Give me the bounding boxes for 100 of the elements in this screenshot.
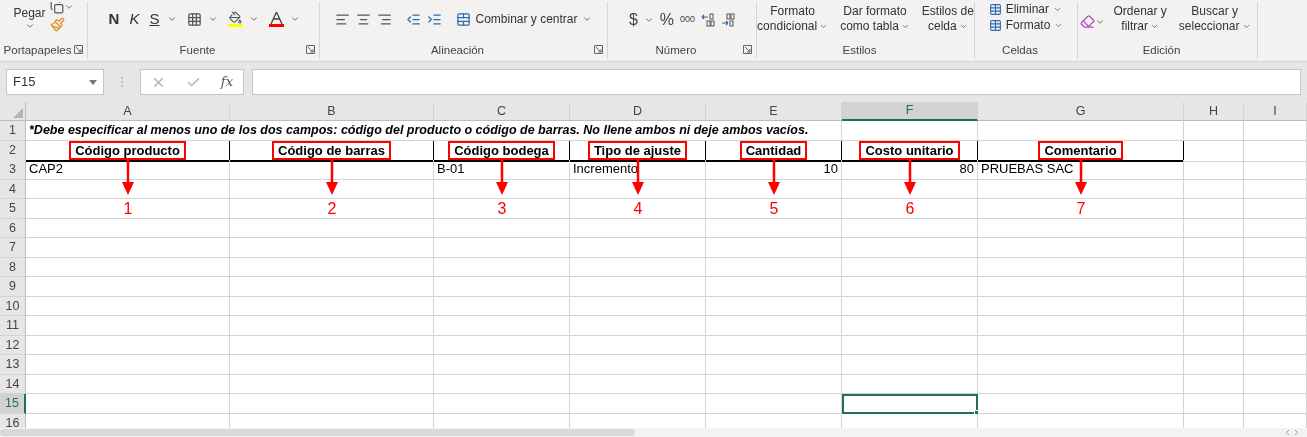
sheet-cell[interactable]: 10	[706, 160, 842, 180]
sheet-cell[interactable]	[1244, 238, 1307, 258]
sheet-cell[interactable]	[1244, 277, 1307, 297]
sheet-cell[interactable]	[978, 277, 1184, 297]
currency-button[interactable]: $	[628, 8, 638, 32]
sheet-cell[interactable]	[1184, 277, 1244, 297]
row-header[interactable]: 7	[0, 238, 26, 258]
sheet-cell[interactable]	[842, 277, 978, 297]
dialog-launcher-icon[interactable]	[743, 45, 752, 54]
sheet-cell[interactable]	[978, 238, 1184, 258]
sheet-cell[interactable]	[26, 199, 230, 219]
eraser-icon[interactable]	[1080, 14, 1096, 29]
sheet-cell[interactable]	[26, 394, 230, 414]
ribbon-button[interactable]: Buscar y seleccionar	[1174, 4, 1255, 34]
sheet-cell[interactable]	[570, 374, 706, 395]
sheet-cell[interactable]	[230, 355, 434, 375]
sheet-cell[interactable]	[842, 355, 978, 375]
sheet-cell[interactable]	[570, 257, 706, 278]
copy-icon[interactable]	[49, 2, 64, 14]
sheet-cell[interactable]	[1184, 394, 1244, 414]
sheet-cell[interactable]	[570, 218, 706, 239]
sheet-cell[interactable]	[978, 335, 1184, 356]
sheet-cell[interactable]	[26, 296, 230, 317]
sheet-cell[interactable]	[1244, 121, 1307, 141]
percent-button[interactable]: %	[659, 8, 675, 32]
column-header[interactable]: H	[1184, 102, 1244, 121]
row-header[interactable]: 1	[0, 121, 26, 141]
sheet-cell[interactable]	[434, 335, 570, 356]
column-header[interactable]: D	[570, 102, 706, 121]
sheet-cell[interactable]	[706, 277, 842, 297]
sheet-cell[interactable]	[706, 218, 842, 239]
row-header[interactable]: 6	[0, 218, 26, 239]
ribbon-button[interactable]: Dar formato como tabla	[836, 4, 914, 34]
sheet-cell[interactable]	[434, 277, 570, 297]
align-center-icon[interactable]	[356, 11, 372, 27]
sheet-cell[interactable]	[26, 335, 230, 356]
insert-function-button[interactable]: fx	[220, 72, 233, 92]
name-box[interactable]: F15	[6, 69, 104, 95]
sheet-cell[interactable]	[1244, 316, 1307, 336]
sheet-cell[interactable]	[1244, 160, 1307, 180]
sheet-cell[interactable]	[842, 121, 978, 141]
column-header[interactable]: F	[842, 102, 978, 121]
column-header[interactable]: C	[434, 102, 570, 121]
sheet-cell[interactable]	[434, 257, 570, 278]
sheet-cell[interactable]: PRUEBAS SAC	[978, 160, 1184, 180]
sheet-cell[interactable]	[570, 316, 706, 336]
sheet-cell[interactable]	[1244, 140, 1307, 162]
sheet-cell[interactable]	[842, 238, 978, 258]
formula-input[interactable]	[252, 69, 1301, 95]
sheet-cell[interactable]	[1184, 335, 1244, 356]
sheet-cell[interactable]	[842, 199, 978, 219]
sheet-cell[interactable]	[706, 355, 842, 375]
decrease-indent-icon[interactable]	[406, 11, 422, 27]
sheet-cell[interactable]	[570, 335, 706, 356]
sheet-cell[interactable]	[1184, 296, 1244, 317]
sheet-cell[interactable]	[842, 374, 978, 395]
sheet-cell[interactable]	[570, 199, 706, 219]
sheet-cell[interactable]	[1184, 199, 1244, 219]
merge-cells-icon[interactable]	[456, 11, 472, 27]
row-header[interactable]: 5	[0, 199, 26, 219]
sheet-cell[interactable]	[1244, 296, 1307, 317]
sheet-cell[interactable]	[978, 394, 1184, 414]
sheet-cell[interactable]	[706, 238, 842, 258]
column-header[interactable]: A	[26, 102, 230, 121]
row-header[interactable]: 9	[0, 277, 26, 297]
sheet-cell[interactable]	[570, 277, 706, 297]
sheet-cell[interactable]	[230, 335, 434, 356]
caret-icon[interactable]	[958, 22, 968, 31]
sheet-cell[interactable]	[570, 394, 706, 414]
sheet-cell[interactable]	[842, 316, 978, 336]
row-header[interactable]: 14	[0, 374, 26, 395]
font-color-icon[interactable]	[269, 11, 285, 27]
caret-icon[interactable]	[1150, 22, 1159, 31]
sheet-cell[interactable]	[1244, 355, 1307, 375]
caret-icon[interactable]	[819, 22, 829, 31]
dialog-launcher-icon[interactable]	[74, 45, 83, 54]
sheet-cell[interactable]	[1244, 218, 1307, 239]
sheet-cell[interactable]: B-01	[434, 160, 570, 180]
fill-color-icon[interactable]	[228, 11, 244, 28]
scroll-left-icon[interactable]	[1283, 428, 1292, 437]
scrollbar-thumb[interactable]	[0, 429, 635, 436]
caret-icon[interactable]	[1241, 22, 1251, 31]
dialog-launcher-icon[interactable]	[306, 45, 315, 54]
sheet-cell[interactable]: *Debe especificar al menos uno de los dos campos: código del producto o código de barras. No llene ambos ni deje ambos vacíos.	[26, 121, 842, 141]
underline-button[interactable]: S	[147, 8, 162, 31]
sheet-cell[interactable]: Incremento	[570, 160, 706, 180]
sheet-cell[interactable]	[1184, 179, 1244, 200]
sheet-cell[interactable]	[26, 374, 230, 395]
sheet-cell[interactable]	[1184, 355, 1244, 375]
sheet-cell[interactable]	[1244, 179, 1307, 200]
format-button[interactable]: Formato	[988, 18, 1064, 32]
sheet-cell[interactable]	[434, 199, 570, 219]
sheet-cell[interactable]	[1184, 121, 1244, 141]
scroll-right-icon[interactable]	[1292, 428, 1301, 437]
borders-icon[interactable]	[187, 11, 203, 27]
sheet-cell[interactable]	[230, 257, 434, 278]
dialog-launcher-icon[interactable]	[594, 45, 603, 54]
sheet-cell[interactable]	[1244, 394, 1307, 414]
active-cell[interactable]	[842, 394, 978, 414]
decrease-decimal-icon[interactable]	[721, 13, 736, 27]
